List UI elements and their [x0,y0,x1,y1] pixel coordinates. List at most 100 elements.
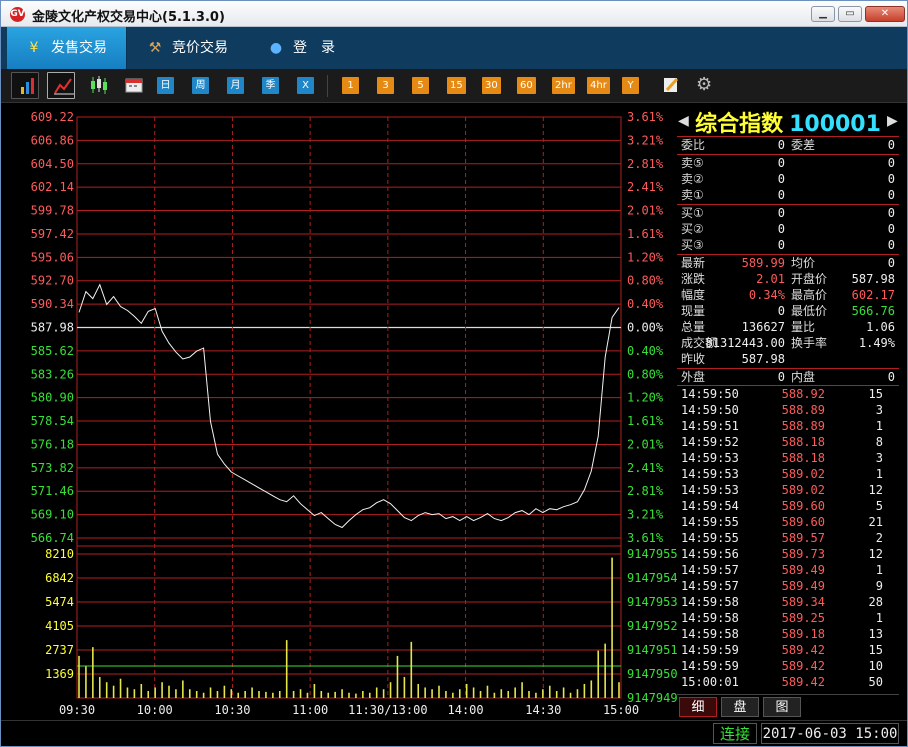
waipan-section: 外盘 0 内盘 0 [677,368,899,385]
intraday-chart[interactable]: 609.22 3.61% 606.86 3.21% 604.50 2.81% 602.14 2… [17,106,678,720]
tick-row: 14:59:57 589.49 1 [677,562,899,578]
stat-label: 现量 [681,304,706,318]
tab-book[interactable]: 盘 [721,697,759,717]
stat-value: 0 [777,304,785,318]
pct-tick-label: 3.61% [627,531,664,545]
tick-price: 589.60 [781,515,825,529]
price-tick-label: 569.10 [31,508,74,522]
period-1min-button[interactable]: 1 [342,77,359,94]
price-tick-label: 573.82 [31,461,74,475]
tick-price: 589.34 [781,595,825,609]
tick-time: 14:59:53 [681,467,739,481]
tick-price: 589.25 [781,611,825,625]
pct-tick-label: 2.41% [627,461,664,475]
quote-panel: ◀ 综合指数 100001 ▶ 委比 0 委差 0 卖⑤ 0 0 卖② 0 0 卖① 0 0 买①… [677,106,899,720]
volume-tick-label: 8210 [45,547,74,561]
volume-right-tick-label: 9147955 [627,547,677,561]
tick-list[interactable]: 14:59:50 588.92 15 14:59:50 588.89 3 14:59:51 5… [677,385,899,690]
price-tick-label: 576.18 [31,437,74,451]
sell-volume: 0 [887,188,895,202]
next-arrow-icon[interactable]: ▶ [887,113,898,129]
period-15min-button[interactable]: 15 [447,77,466,94]
tick-volume: 2 [875,531,883,545]
period-x-button[interactable]: X [297,77,314,94]
period-month-button[interactable]: 月 [227,77,244,94]
volume-right-tick-label: 9147950 [627,667,677,681]
calendar-icon[interactable] [121,75,143,97]
tick-volume: 3 [875,451,883,465]
buy-volume: 0 [887,222,895,236]
nav-sale-trading[interactable]: ¥ 发售交易 [7,27,127,69]
tick-volume: 1 [875,419,883,433]
tick-row: 14:59:52 588.18 8 [677,434,899,450]
minimize-button[interactable]: ▁ [811,6,835,22]
instrument-code: 100001 [789,112,881,137]
time-tick-label: 11:00 [292,703,328,717]
panel-tabs: 细 盘 图 [677,694,899,718]
tick-volume: 15 [868,643,883,657]
period-week-button[interactable]: 周 [192,77,209,94]
pct-tick-label: 2.81% [627,484,664,498]
prev-arrow-icon[interactable]: ◀ [678,113,689,129]
time-tick-label: 11:30/13:00 [348,703,427,717]
tick-volume: 1 [875,611,883,625]
stat-value: 81312443.00 [705,336,785,350]
nav-bid-trading[interactable]: ⚒ 竞价交易 [128,27,248,69]
connection-status: 连接 [713,723,757,744]
tick-row: 14:59:53 588.18 3 [677,450,899,466]
period-year-button[interactable]: Y [622,77,639,94]
sell-row: 卖① 0 0 [677,187,899,203]
period-30min-button[interactable]: 30 [482,77,501,94]
stat-label: 最低价 [791,304,828,318]
price-tick-label: 578.54 [31,414,74,428]
period-2hr-button[interactable]: 2hr [552,77,575,94]
price-tick-label: 580.90 [31,391,74,405]
tick-volume: 28 [868,595,883,609]
tick-time: 14:59:59 [681,659,739,673]
volume-tick-label: 5474 [45,595,74,609]
bar-chart-icon[interactable] [11,72,39,99]
stat-row: 幅度 0.34% 最高价 602.17 [677,287,899,303]
price-tick-label: 587.98 [31,321,74,335]
volume-tick-label: 1369 [45,667,74,681]
gear-icon[interactable]: ⚙ [693,74,715,96]
pct-tick-label: 2.41% [627,180,664,194]
toolbar: 日 周 月 季 X 1 3 5 15 30 60 2hr 4hr Y ⚙ [1,69,907,103]
maximize-button[interactable]: ▭ [838,6,862,22]
tick-price: 589.02 [781,483,825,497]
nav-login[interactable]: ● 登 录 [249,27,359,69]
sell-price: 0 [777,156,785,170]
pct-tick-label: 3.61% [627,110,664,124]
tick-price: 589.60 [781,499,825,513]
buy-volume: 0 [887,238,895,252]
period-quarter-button[interactable]: 季 [262,77,279,94]
tick-time: 14:59:59 [681,643,739,657]
tab-chart[interactable]: 图 [763,697,801,717]
period-60min-button[interactable]: 60 [517,77,536,94]
line-chart-icon[interactable] [47,72,75,99]
time-tick-label: 09:30 [59,703,95,717]
sell-label: 卖① [681,188,704,202]
user-icon: ● [269,40,283,56]
tick-row: 14:59:50 588.92 15 [677,386,899,402]
buy-orders: 买① 0 0 买② 0 0 买③ 0 0 [677,204,899,253]
tick-volume: 21 [868,515,883,529]
period-5min-button[interactable]: 5 [412,77,429,94]
period-3min-button[interactable]: 3 [377,77,394,94]
status-datetime: 2017-06-03 15:00 [761,723,899,744]
tick-row: 14:59:56 589.73 12 [677,546,899,562]
stat-value: 589.99 [741,256,785,270]
period-4hr-button[interactable]: 4hr [587,77,610,94]
tick-volume: 5 [875,499,883,513]
close-button[interactable]: ✕ [865,6,905,22]
draw-pencil-icon[interactable] [658,75,680,97]
pct-tick-label: 2.01% [627,437,664,451]
candlestick-icon[interactable] [85,75,109,97]
stat-value: 2.01 [756,272,785,286]
tick-price: 588.18 [781,451,825,465]
period-day-button[interactable]: 日 [157,77,174,94]
pct-tick-label: 0.80% [627,274,664,288]
title-bar[interactable]: GV 金陵文化产权交易中心(5.1.3.0) ▁ ▭ ✕ [1,1,907,27]
tab-detail[interactable]: 细 [679,697,717,717]
time-tick-label: 14:00 [448,703,484,717]
